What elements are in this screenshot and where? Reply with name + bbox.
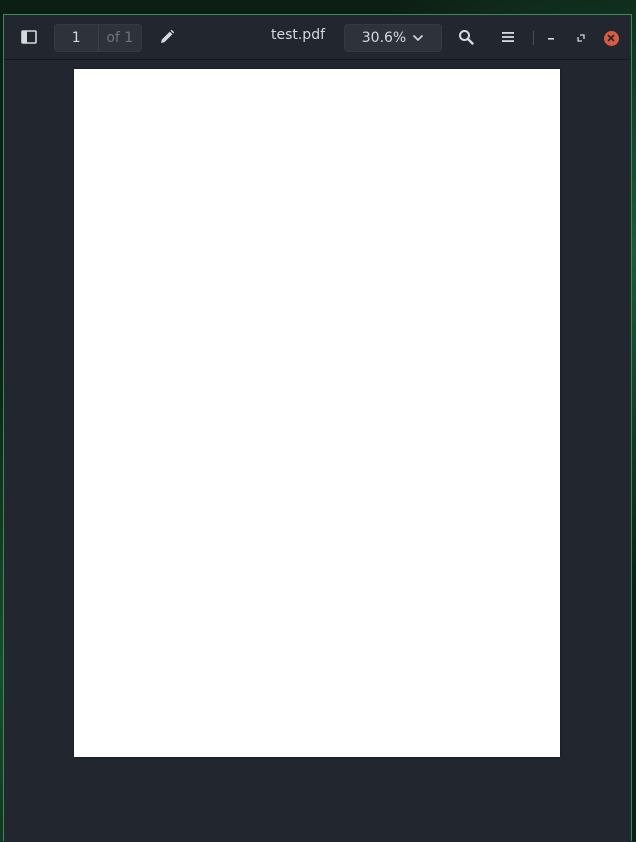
sidebar-toggle-button[interactable] — [14, 23, 44, 51]
zoom-dropdown[interactable]: 30.6% — [344, 24, 442, 52]
header-separator — [533, 31, 534, 45]
main-menu-button[interactable] — [493, 23, 523, 51]
close-button[interactable] — [603, 30, 619, 46]
total-pages-label: of 1 — [106, 30, 134, 46]
maximize-icon — [577, 34, 585, 42]
document-viewer-window: 1 of 1 test.pdf 30.6% — [3, 14, 632, 842]
header-bar: 1 of 1 test.pdf 30.6% — [4, 15, 631, 60]
annotate-button[interactable] — [152, 23, 182, 51]
sidebar-icon — [21, 30, 37, 44]
pencil-icon — [161, 29, 175, 43]
hamburger-menu-icon — [502, 32, 514, 42]
close-button-circle — [603, 30, 619, 46]
document-title: test.pdf — [270, 27, 326, 43]
minimize-icon — [548, 38, 554, 40]
current-page-input[interactable]: 1 — [55, 25, 99, 51]
page-number-field[interactable]: 1 of 1 — [54, 24, 142, 52]
pdf-page-1[interactable] — [74, 69, 560, 757]
close-icon — [607, 34, 615, 42]
document-canvas[interactable] — [4, 60, 631, 842]
chevron-down-icon — [413, 34, 424, 42]
minimize-button[interactable] — [543, 30, 559, 46]
zoom-level-label: 30.6% — [361, 30, 407, 46]
search-icon — [459, 30, 474, 45]
search-button[interactable] — [451, 23, 481, 51]
maximize-button[interactable] — [573, 30, 589, 46]
